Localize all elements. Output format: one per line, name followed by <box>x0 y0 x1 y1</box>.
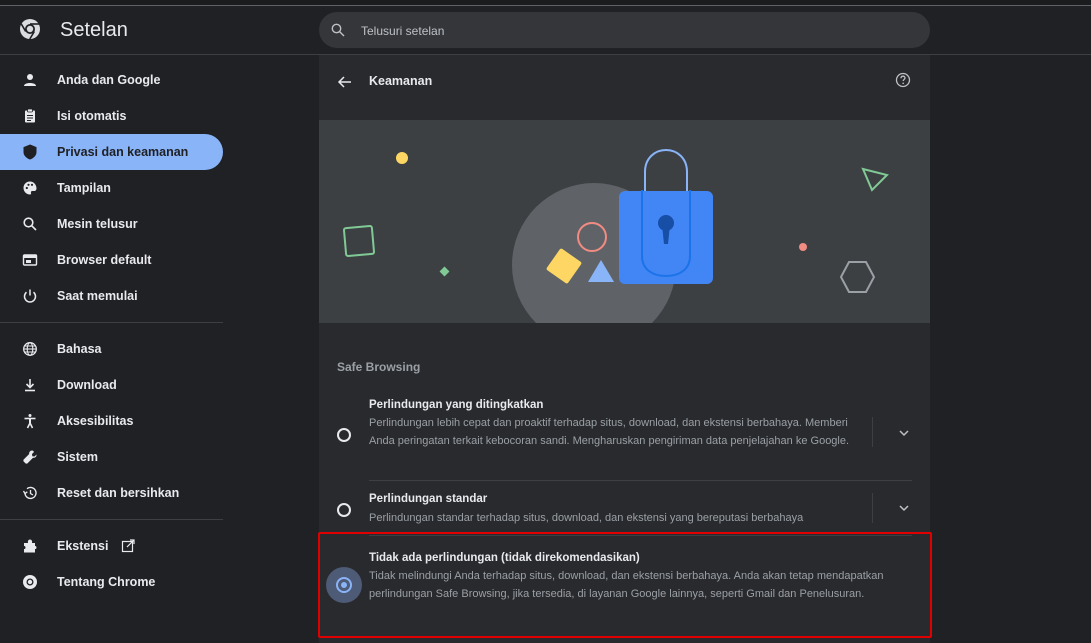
option-no-protection[interactable]: Tidak ada perlindungan (tidak direkomend… <box>319 548 930 628</box>
radio-standard-protection[interactable] <box>337 503 351 517</box>
search-icon <box>331 23 345 37</box>
option-standard-protection[interactable]: Perlindungan standar Perlindungan standa… <box>319 491 930 531</box>
radio-no-protection-selected[interactable] <box>336 577 352 593</box>
sidebar-item-tentang-chrome[interactable]: Tentang Chrome <box>0 564 223 600</box>
option-separator <box>369 535 912 536</box>
sidebar-item-sistem[interactable]: Sistem <box>0 439 223 475</box>
chrome-logo-icon <box>20 19 40 40</box>
sidebar-item-ekstensi[interactable]: Ekstensi <box>0 528 223 564</box>
sidebar-item-label: Bahasa <box>57 342 102 356</box>
option-separator <box>369 480 912 481</box>
sidebar-item-label: Anda dan Google <box>57 73 161 87</box>
sidebar-item-label: Sistem <box>57 450 98 464</box>
sidebar: Anda dan Google Isi otomatis Privasi dan… <box>0 62 230 600</box>
sidebar-item-label: Isi otomatis <box>57 109 127 123</box>
chrome-icon <box>23 575 37 589</box>
sidebar-item-download[interactable]: Download <box>0 367 223 403</box>
card-header: Keamanan <box>319 55 930 119</box>
shield-icon <box>23 144 37 160</box>
option-title: Tidak ada perlindungan (tidak direkomend… <box>369 552 640 564</box>
padlock-illustration-icon <box>342 148 889 323</box>
puzzle-icon <box>24 539 37 553</box>
app-title: Setelan <box>60 19 128 41</box>
sidebar-item-label: Tentang Chrome <box>57 575 156 589</box>
sidebar-item-label: Tampilan <box>57 181 111 195</box>
search-box[interactable] <box>319 12 930 50</box>
sidebar-item-anda-dan-google[interactable]: Anda dan Google <box>0 62 223 98</box>
option-description: Perlindungan standar terhadap situs, dow… <box>369 512 804 524</box>
clipboard-icon <box>25 108 35 123</box>
sidebar-item-label: Mesin telusur <box>57 217 138 231</box>
sidebar-item-isi-otomatis[interactable]: Isi otomatis <box>0 98 223 134</box>
search-input[interactable] <box>359 12 903 50</box>
sidebar-item-bahasa[interactable]: Bahasa <box>0 331 223 367</box>
option-enhanced-protection[interactable]: Perlindungan yang ditingkatkan Perlindun… <box>319 395 930 475</box>
power-icon <box>23 289 37 303</box>
sidebar-item-label: Privasi dan keamanan <box>57 145 189 159</box>
option-divider <box>872 417 873 447</box>
radio-no-protection-focus-ring[interactable] <box>326 567 362 603</box>
sidebar-item-label: Reset dan bersihkan <box>57 486 180 500</box>
option-title: Perlindungan yang ditingkatkan <box>369 399 544 411</box>
person-icon <box>24 74 36 86</box>
option-description: Tidak melindungi Anda terhadap situs, do… <box>369 570 884 600</box>
sidebar-item-label: Aksesibilitas <box>57 414 134 428</box>
browser-icon <box>22 254 38 266</box>
download-icon <box>25 379 35 392</box>
chevron-down-icon[interactable] <box>897 426 911 440</box>
security-illustration <box>319 120 930 323</box>
help-icon[interactable] <box>895 72 911 88</box>
wrench-icon <box>23 450 37 464</box>
accessibility-icon <box>24 414 36 429</box>
sidebar-divider <box>0 519 223 520</box>
page-title: Keamanan <box>369 74 433 88</box>
option-description: Perlindungan lebih cepat dan proaktif te… <box>369 417 850 447</box>
sidebar-item-saat-memulai[interactable]: Saat memulai <box>0 278 223 314</box>
external-link-icon[interactable] <box>121 539 135 553</box>
sidebar-item-aksesibilitas[interactable]: Aksesibilitas <box>0 403 223 439</box>
sidebar-item-label: Ekstensi <box>57 539 109 553</box>
sidebar-item-tampilan[interactable]: Tampilan <box>0 170 223 206</box>
sidebar-item-privasi-dan-keamanan[interactable]: Privasi dan keamanan <box>0 134 223 170</box>
globe-icon <box>23 342 37 356</box>
radio-enhanced-protection[interactable] <box>337 428 351 442</box>
sidebar-item-label: Browser default <box>57 253 152 267</box>
option-divider <box>872 493 873 523</box>
section-title-safe-browsing: Safe Browsing <box>337 360 421 374</box>
sidebar-item-reset-dan-bersihkan[interactable]: Reset dan bersihkan <box>0 475 223 511</box>
sidebar-divider <box>0 322 223 323</box>
back-arrow-icon[interactable] <box>337 74 353 90</box>
search-icon <box>23 217 37 231</box>
security-settings-card: Keamanan Safe Browsing Perlindungan yang… <box>319 55 930 643</box>
palette-icon <box>23 181 37 195</box>
sidebar-item-label: Download <box>57 378 117 392</box>
option-title: Perlindungan standar <box>369 493 488 505</box>
app-header: Setelan <box>0 6 1091 55</box>
chevron-down-icon[interactable] <box>897 501 911 515</box>
sidebar-item-mesin-telusur[interactable]: Mesin telusur <box>0 206 223 242</box>
restore-icon <box>22 486 37 500</box>
sidebar-item-browser-default[interactable]: Browser default <box>0 242 223 278</box>
sidebar-item-label: Saat memulai <box>57 289 138 303</box>
